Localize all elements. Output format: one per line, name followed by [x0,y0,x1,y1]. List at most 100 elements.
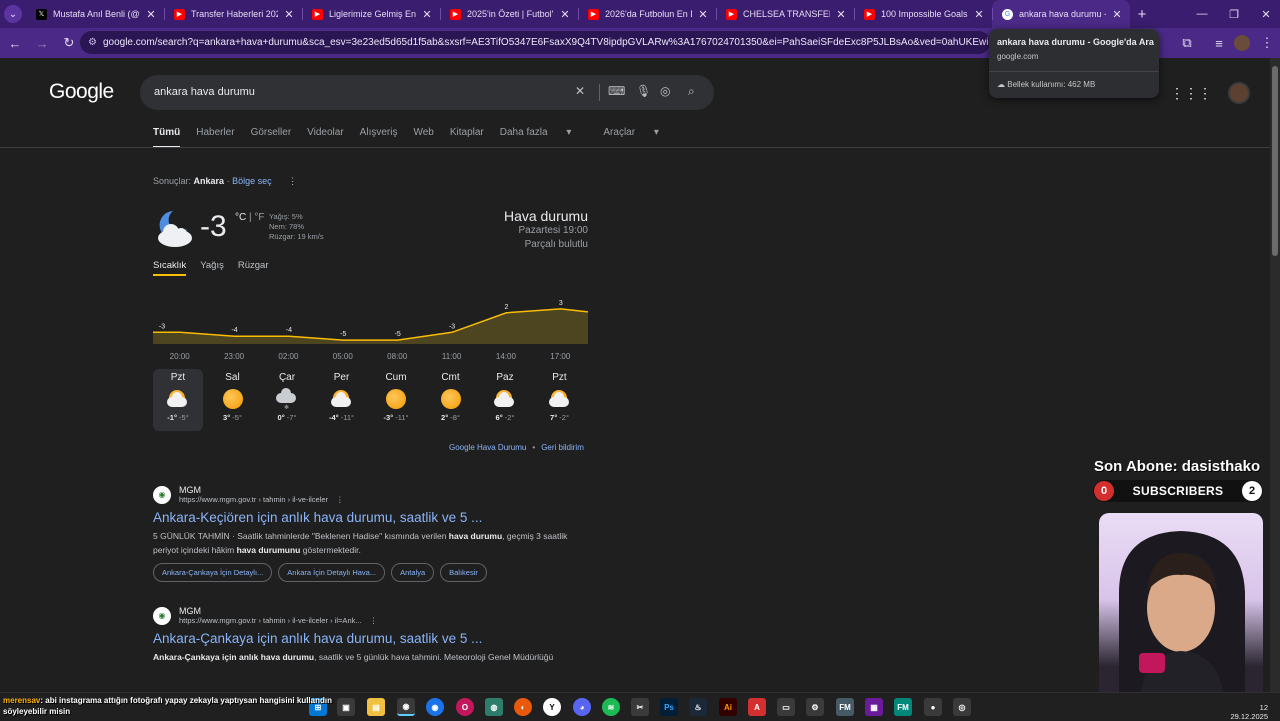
browser-tab[interactable]: ▶ Liglerimize Gelmiş En Çılg ✕ [302,0,440,28]
microphone-icon[interactable]: 🎙 [636,84,651,98]
sitelink-chip[interactable]: Antalya [391,563,435,582]
forecast-day[interactable]: Per -4° -11° [317,369,367,431]
reload-button[interactable]: ↻ [57,31,81,55]
menu-icon[interactable]: ⋮ [1255,31,1279,55]
forecast-day[interactable]: Sal 3° -5° [208,369,258,431]
back-button[interactable]: ← [3,31,27,55]
discord-icon[interactable]: ◕ [573,698,591,716]
football-manager-icon[interactable]: FM [894,698,912,716]
forecast-day[interactable]: Paz 6° -2° [480,369,530,431]
forecast-day[interactable]: Pzt -1° -5° [153,369,203,431]
extensions-icon[interactable]: ⧉ [1175,31,1199,55]
opera-icon[interactable]: O [456,698,474,716]
forecast-day[interactable]: Çar ❄ 0° -7° [262,369,312,431]
tab-search-button[interactable]: ⌄ [0,0,26,28]
new-tab-button[interactable]: + [1130,6,1154,23]
obs-icon[interactable]: ◎ [953,698,971,716]
restore-button[interactable]: ❐ [1218,0,1250,28]
page-scrollbar[interactable] [1270,58,1280,692]
spotify-icon[interactable]: ≋ [602,698,620,716]
browser-tab[interactable]: ▶ CHELSEA TRANSFER PRO ✕ [716,0,854,28]
result-title-link[interactable]: Ankara-Çankaya için anlık hava durumu, s… [153,631,593,646]
football-manager-icon[interactable]: FM [836,698,854,716]
sitelink-chip[interactable]: Ankara İçin Detaylı Hava... [278,563,386,582]
site-info-icon[interactable]: ⚙ [88,37,97,48]
file-explorer-icon[interactable]: ▤ [367,698,385,716]
close-tab-icon[interactable]: ✕ [974,8,984,21]
chrome-icon[interactable]: ◉ [397,698,415,716]
browser-tab[interactable]: ▶ Transfer Haberleri 2026 B ✕ [164,0,302,28]
browser-tab[interactable]: 𝕏 Mustafa Anıl Benli (@fmb ✕ [26,0,164,28]
app-icon[interactable]: ◍ [485,698,503,716]
result-site[interactable]: ◉ MGM https://www.mgm.gov.tr › tahmin › … [153,606,593,625]
close-window-button[interactable]: ✕ [1250,0,1280,28]
sitelink-chip[interactable]: Balıkesir [440,563,487,582]
media-icon[interactable]: ≡ [1207,31,1231,55]
close-tab-icon[interactable]: ✕ [698,8,708,21]
tab-books[interactable]: Kitaplar [450,127,484,138]
tab-all[interactable]: Tümü [153,127,181,148]
illustrator-icon[interactable]: Ai [719,698,737,716]
feedback-link[interactable]: Geri bildirim [541,443,584,452]
close-tab-icon[interactable]: ✕ [422,8,432,21]
tab-temperature[interactable]: Sıcaklık [153,260,187,276]
result-title-link[interactable]: Ankara-Keçiören için anlık hava durumu, … [153,510,593,525]
close-tab-icon[interactable]: ✕ [1112,8,1122,21]
scrollbar-thumb[interactable] [1272,66,1278,256]
search-box[interactable]: ankara hava durumu ✕ ⌨ 🎙 ◎ ⌕ [140,75,714,110]
tab-precipitation[interactable]: Yağış [200,260,224,271]
forecast-day[interactable]: Cmt 2° -8° [426,369,476,431]
browser-tab[interactable]: Gankara hava durumu - Go ✕ [992,0,1130,28]
google-weather-link[interactable]: Google Hava Durumu [449,443,526,452]
more-options-icon[interactable]: ⋮ [336,495,344,504]
close-tab-icon[interactable]: ✕ [836,8,846,21]
firefox-icon[interactable]: ◐ [514,698,532,716]
apps-grid-icon[interactable]: ⋮⋮⋮ [1170,85,1212,102]
close-tab-icon[interactable]: ✕ [146,8,156,21]
chrome-profile-icon[interactable]: ◉ [426,698,444,716]
system-clock[interactable]: 12 29.12.2025 [1230,703,1268,721]
choose-region-link[interactable]: Bölge seç [232,176,272,186]
forecast-day[interactable]: Pzt 7° -2° [535,369,585,431]
celsius-toggle[interactable]: °C [235,212,246,223]
tab-tools[interactable]: Araçlar ▾ [603,127,675,138]
tab-more[interactable]: Daha fazla ▾ [500,127,588,138]
photoshop-icon[interactable]: Ps [660,698,678,716]
account-avatar[interactable] [1228,82,1250,104]
browser-tab[interactable]: ▶ 2025'in Özeti | Futbol'un z ✕ [440,0,578,28]
acrobat-icon[interactable]: A [748,698,766,716]
sitelink-chip[interactable]: Ankara-Çankaya İçin Detaylı... [153,563,273,582]
search-icon[interactable]: ⌕ [688,84,695,99]
fahrenheit-toggle[interactable]: °F [254,212,264,223]
tab-shopping[interactable]: Alışveriş [360,127,398,138]
close-tab-icon[interactable]: ✕ [560,8,570,21]
keyboard-icon[interactable]: ⌨ [608,84,625,98]
lens-icon[interactable]: ◎ [660,84,670,98]
google-logo[interactable]: Google [49,80,114,104]
forward-button[interactable]: → [30,31,54,55]
tab-videos[interactable]: Videolar [307,127,344,138]
search-input[interactable]: ankara hava durumu [154,86,255,98]
more-options-icon[interactable]: ⋮ [288,176,297,186]
capcut-icon[interactable]: ✂ [631,698,649,716]
settings-icon[interactable]: ⚙ [806,698,824,716]
browser-tab[interactable]: ▶ 2026'da Futbolun En Durd ✕ [578,0,716,28]
address-bar[interactable]: ⚙ google.com/search?q=ankara+hava+durumu… [80,31,990,54]
minimize-button[interactable]: — [1186,0,1218,28]
profile-avatar[interactable] [1234,35,1250,51]
clear-icon[interactable]: ✕ [575,84,585,98]
tab-wind[interactable]: Rüzgar [238,260,269,271]
tab-images[interactable]: Görseller [251,127,292,138]
yandex-icon[interactable]: Y [543,698,561,716]
browser-tab[interactable]: ▶ 100 Impossible Goals of 2 ✕ [854,0,992,28]
app-icon[interactable]: ▦ [865,698,883,716]
close-tab-icon[interactable]: ✕ [284,8,294,21]
forecast-day[interactable]: Cum -3° -11° [371,369,421,431]
tab-news[interactable]: Haberler [196,127,234,138]
camera-icon[interactable]: ▭ [777,698,795,716]
recorder-icon[interactable]: ● [924,698,942,716]
result-site[interactable]: ◉ MGM https://www.mgm.gov.tr › tahmin › … [153,485,593,504]
steam-icon[interactable]: ♨ [689,698,707,716]
tab-web[interactable]: Web [413,127,433,138]
more-options-icon[interactable]: ⋮ [370,616,378,625]
